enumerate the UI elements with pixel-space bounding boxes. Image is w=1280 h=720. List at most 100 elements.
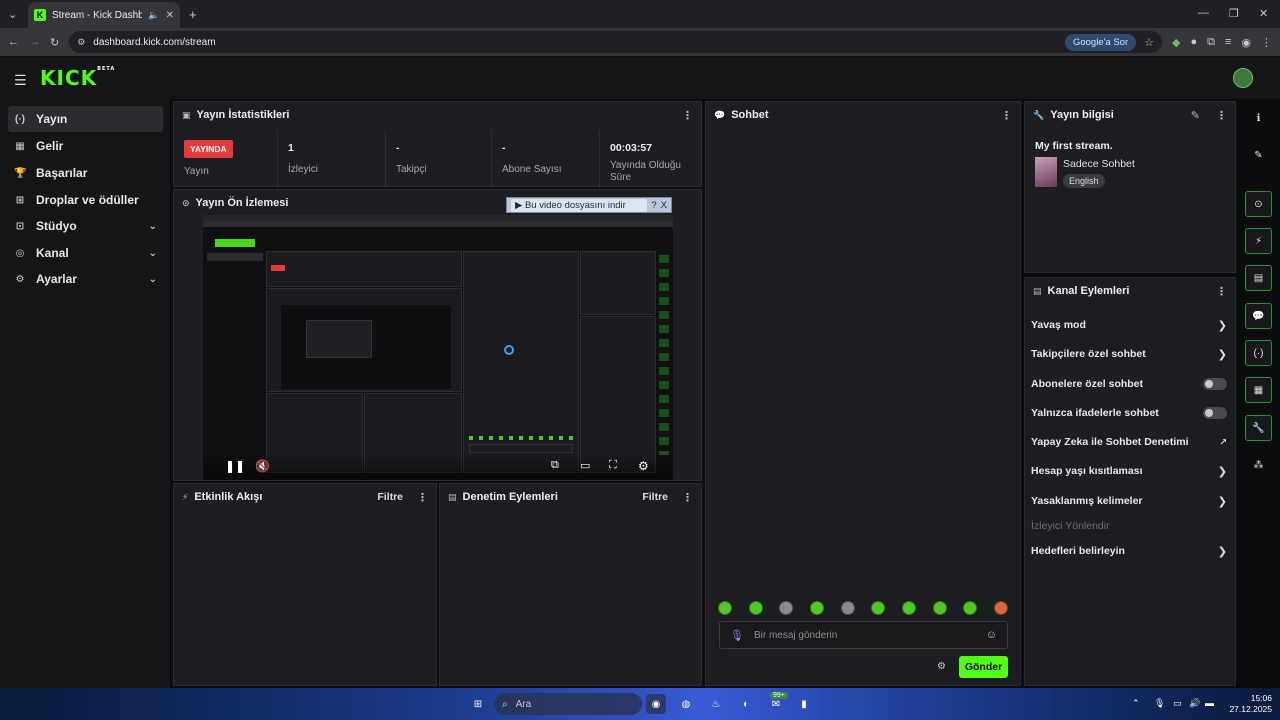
chrome-icon[interactable]: ◉ <box>646 694 666 714</box>
mute-icon[interactable]: 🔇 <box>255 459 270 473</box>
emote-icon[interactable] <box>779 601 794 615</box>
omnibox[interactable]: ⚙ dashboard.kick.com/stream Google'a Sor… <box>69 31 1162 53</box>
sidebar-item-studyo[interactable]: ⊡ Stüdyo ⌄ <box>8 213 163 239</box>
emote-icon[interactable] <box>748 601 763 615</box>
fullscreen-icon[interactable]: ⛶ <box>609 459 617 472</box>
action-followers-only[interactable]: Takipçilere özel sohbet ❯ <box>1031 343 1227 365</box>
emote-icon[interactable] <box>901 601 916 615</box>
app-icon[interactable]: ▮ <box>794 694 814 714</box>
chat-settings-icon[interactable]: ⚙ <box>937 661 946 672</box>
app-icon[interactable]: ◐ <box>736 694 756 714</box>
more-options-icon[interactable]: ⋮ <box>682 109 693 122</box>
new-tab-icon[interactable]: + <box>189 7 197 22</box>
emote-only-toggle[interactable] <box>1203 407 1227 419</box>
bookmark-star-icon[interactable]: ☆ <box>1144 36 1154 49</box>
extensions-puzzle-icon[interactable]: ⧉ <box>1207 36 1215 49</box>
emote-icon[interactable] <box>963 601 978 615</box>
sidebar-item-droplar[interactable]: ⊞ Droplar ve ödüller <box>8 187 163 213</box>
emote-icon[interactable] <box>809 601 824 615</box>
action-ai-moderation[interactable]: Yapay Zeka ile Sohbet Denetimi ↗ <box>1031 431 1227 453</box>
action-slow-mode[interactable]: Yavaş mod ❯ <box>1031 314 1227 336</box>
chat-input[interactable]: 🎙 Bir mesaj gönderin ☺ <box>719 621 1008 649</box>
taskbar-search[interactable]: ⌕ Ara <box>494 693 642 715</box>
more-options-icon[interactable]: ⋮ <box>682 491 693 504</box>
moderation-filter-button[interactable]: Filtre <box>642 491 668 503</box>
tab-close-icon[interactable]: ✕ <box>166 10 174 21</box>
more-options-icon[interactable]: ⋮ <box>1001 109 1012 122</box>
microphone-tray-icon[interactable]: 🎙 <box>1154 698 1165 709</box>
video-download-bar[interactable]: ▶ Bu video dosyasını indir ? X <box>506 197 672 213</box>
sidebar-item-kanal[interactable]: ◎ Kanal ⌄ <box>8 240 163 266</box>
kick-logo[interactable]: KICKBETA <box>40 66 115 90</box>
video-settings-icon[interactable]: ⚙ <box>638 459 649 473</box>
browser-menu-icon[interactable]: ⋮ <box>1261 36 1272 49</box>
preview-toggle-icon[interactable]: ⊙ <box>1245 191 1272 217</box>
sidebar-item-basarilar[interactable]: 🏆 Başarılar <box>8 160 163 186</box>
edit-pencil-icon[interactable]: ✎ <box>1245 142 1272 168</box>
lightning-icon[interactable]: ⚡ <box>1245 228 1272 254</box>
stream-category[interactable]: Sadece Sohbet <box>1063 158 1135 170</box>
emote-icon[interactable] <box>993 601 1008 615</box>
clipboard-icon[interactable]: ▦ <box>1245 377 1272 403</box>
emoji-icon[interactable]: ☺ <box>986 629 997 641</box>
download-help-button[interactable]: ? <box>651 200 656 211</box>
sidebar-item-ayarlar[interactable]: ⚙ Ayarlar ⌄ <box>8 266 163 292</box>
battery-icon[interactable]: ▬ <box>1205 698 1214 708</box>
tab-search-icon[interactable]: ⌄ <box>8 8 17 21</box>
more-options-icon[interactable]: ⋮ <box>1216 285 1227 298</box>
windows-start-icon[interactable]: ⊞ <box>468 694 488 714</box>
panel-title: Kanal Eylemleri <box>1047 285 1130 297</box>
hamburger-menu-icon[interactable]: ☰ <box>14 72 27 89</box>
user-avatar[interactable] <box>1233 68 1253 88</box>
sidebar-item-yayin[interactable]: (·) Yayın <box>8 106 163 132</box>
stream-video[interactable]: ❚❚ 🔇 ⧉ ▭ ⛶ ⚙ <box>203 215 673 480</box>
document-icon[interactable]: ▤ <box>1245 265 1272 291</box>
reload-icon[interactable]: ↻ <box>50 36 59 49</box>
action-set-goals[interactable]: Hedefleri belirleyin ❯ <box>1031 540 1227 562</box>
download-close-button[interactable]: X <box>661 200 667 211</box>
profile-avatar-icon[interactable]: ◉ <box>1241 36 1251 49</box>
minimize-icon[interactable]: — <box>1198 7 1209 19</box>
emote-icon[interactable] <box>718 601 732 615</box>
wrench-icon[interactable]: 🔧 <box>1245 415 1272 441</box>
send-button[interactable]: Gönder <box>959 656 1008 678</box>
pause-icon[interactable]: ❚❚ <box>225 459 245 473</box>
action-banned-words[interactable]: Yasaklanmış kelimeler ❯ <box>1031 490 1227 512</box>
more-options-icon[interactable]: ⋮ <box>417 491 428 504</box>
activity-filter-button[interactable]: Filtre <box>377 491 403 503</box>
reading-list-icon[interactable]: ≡ <box>1225 36 1231 48</box>
subs-only-toggle[interactable] <box>1203 378 1227 390</box>
steam-icon[interactable]: ♨ <box>706 694 726 714</box>
tray-expand-icon[interactable]: ⌃ <box>1132 698 1140 709</box>
stat-label: Yayında Olduğu Süre <box>610 160 681 183</box>
download-video-button[interactable]: ▶ Bu video dosyasını indir <box>511 198 648 212</box>
pip-icon[interactable]: ⧉ <box>551 459 559 472</box>
info-icon[interactable]: ℹ <box>1245 105 1272 131</box>
edit-pencil-icon[interactable]: ✎ <box>1191 109 1200 122</box>
chat-bubble-icon[interactable]: 💬 <box>1245 303 1272 329</box>
taskbar-clock[interactable]: 15:06 27.12.2025 <box>1220 693 1272 715</box>
broadcast-icon[interactable]: (·) <box>1245 340 1272 366</box>
theater-icon[interactable]: ▭ <box>580 459 590 472</box>
audio-icon[interactable]: 🔈 <box>148 10 159 21</box>
add-widget-icon[interactable]: ⁂ <box>1245 452 1272 478</box>
emote-icon[interactable] <box>871 601 886 615</box>
profile-circle-icon[interactable]: ● <box>1190 36 1197 48</box>
google-sor-button[interactable]: Google'a Sor <box>1064 33 1137 51</box>
microphone-icon[interactable]: 🎙 <box>730 629 744 642</box>
emote-icon[interactable] <box>840 601 855 615</box>
window-close-icon[interactable]: ✕ <box>1259 7 1268 20</box>
maximize-icon[interactable]: ❐ <box>1229 7 1239 20</box>
back-icon[interactable]: ← <box>8 36 19 48</box>
site-info-icon[interactable]: ⚙ <box>77 37 85 48</box>
action-account-age[interactable]: Hesap yaşı kısıtlaması ❯ <box>1031 460 1227 482</box>
sidebar-item-gelir[interactable]: ▦ Gelir <box>8 133 163 159</box>
volume-icon[interactable]: 🔊 <box>1189 698 1200 709</box>
emote-icon[interactable] <box>932 601 947 615</box>
discord-icon[interactable]: ◍ <box>676 694 696 714</box>
browser-tab[interactable]: K Stream - Kick Dashboard 🔈 ✕ <box>28 2 180 28</box>
forward-icon[interactable]: → <box>29 36 40 48</box>
extension-icon[interactable]: ◆ <box>1172 36 1180 49</box>
network-icon[interactable]: ▭ <box>1173 698 1182 709</box>
more-options-icon[interactable]: ⋮ <box>1216 109 1227 122</box>
